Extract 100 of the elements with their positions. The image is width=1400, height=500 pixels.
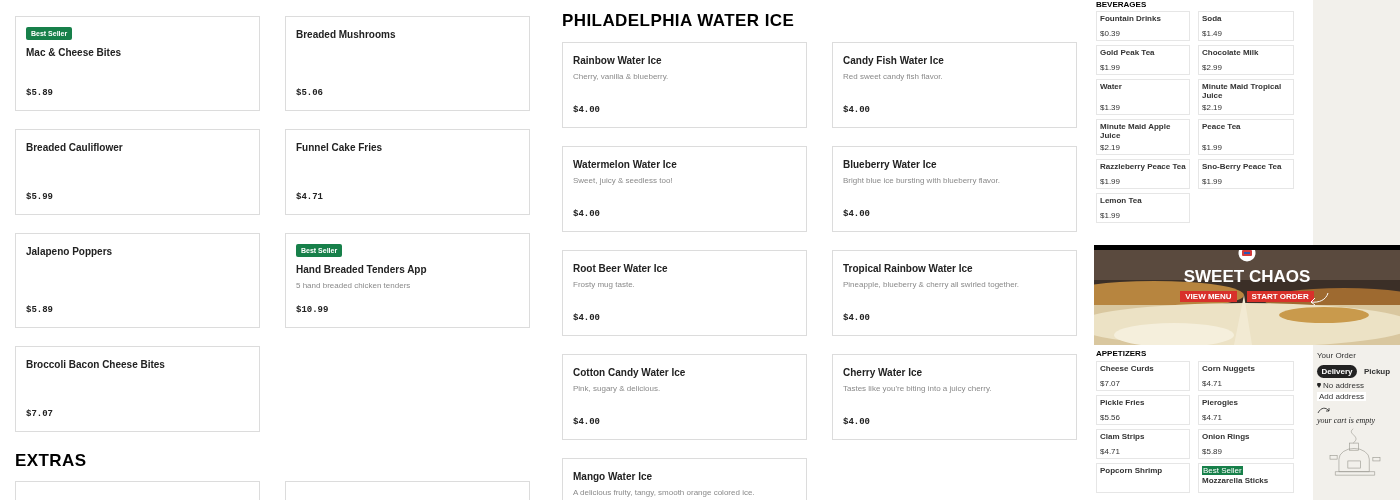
item-price: $5.89: [26, 304, 54, 316]
item-title: Rainbow Water Ice: [573, 54, 663, 68]
item-card[interactable]: Jalapeno Poppers $5.89: [15, 233, 260, 328]
item-price: $5.99: [26, 191, 54, 203]
item-title: Blueberry Water Ice: [843, 158, 938, 172]
item-description: 5 hand breaded chicken tenders: [296, 280, 412, 292]
item-description: Tastes like you're biting into a juicy cherry.: [843, 383, 993, 395]
item-title: Popcorn Shrimp: [1100, 466, 1164, 475]
order-mode-tab[interactable]: Delivery: [1317, 365, 1357, 378]
item-price: $7.07: [1100, 379, 1122, 388]
item-price: $1.39: [1100, 103, 1122, 112]
item-card[interactable]: Breaded Cauliflower $5.99: [15, 129, 260, 215]
item-title: Sno-Berry Peace Tea: [1202, 162, 1283, 171]
item-price: $1.99: [1100, 211, 1122, 220]
item-title: Root Beer Water Ice: [573, 262, 669, 276]
item-title: Minute Maid Apple Juice: [1100, 122, 1172, 140]
item-description: Bright blue ice bursting with blueberry flavor.: [843, 175, 1001, 187]
item-price: $1.99: [1202, 177, 1224, 186]
item-card[interactable]: Breaded Mushrooms $5.06: [285, 16, 530, 111]
item-card[interactable]: Razzleberry Peace Tea $1.99: [1096, 159, 1190, 189]
item-card[interactable]: Soda $1.49: [1198, 11, 1294, 41]
item-price: $2.99: [1202, 63, 1224, 72]
item-title: Broccoli Bacon Cheese Bites: [26, 358, 166, 372]
item-price: $4.00: [573, 416, 601, 428]
item-price: $4.00: [573, 312, 601, 324]
item-price: $4.71: [1202, 413, 1224, 422]
item-title: Soda: [1202, 14, 1223, 23]
item-card[interactable]: Minute Maid Tropical Juice $2.19: [1198, 79, 1294, 115]
item-card[interactable]: Cherry Water Ice Tastes like you're biting into a juicy cherry. $4.00: [832, 354, 1077, 440]
item-title: Mozzarella Sticks: [1202, 476, 1270, 485]
curved-arrow-icon: [1317, 407, 1331, 415]
hero-button[interactable]: VIEW MENU: [1180, 291, 1237, 302]
item-title: Chocolate Milk: [1202, 48, 1260, 57]
item-description: Frosty mug taste.: [573, 279, 636, 291]
item-card[interactable]: Mango Water Ice A delicious fruity, tangy, smooth orange colored ice.: [562, 458, 807, 500]
item-card[interactable]: Best Seller Mozzarella Sticks: [1198, 463, 1294, 493]
item-price: $5.89: [1202, 447, 1224, 456]
item-card[interactable]: Blueberry Water Ice Bright blue ice bursting with blueberry flavor. $4.00: [832, 146, 1077, 232]
item-card[interactable]: Watermelon Water Ice Sweet, juicy & seedless too! $4.00: [562, 146, 807, 232]
item-price: $4.00: [843, 416, 871, 428]
item-card[interactable]: Gold Peak Tea $1.99: [1096, 45, 1190, 75]
item-card[interactable]: Cheese Curds $7.07: [1096, 361, 1190, 391]
item-card[interactable]: Cotton Candy Water Ice Pink, sugary & delicious. $4.00: [562, 354, 807, 440]
section-heading: APPETIZERS: [1096, 349, 1148, 358]
item-description: Pink, sugary & delicious.: [573, 383, 662, 395]
item-card[interactable]: Lemon Tea $1.99: [1096, 193, 1190, 223]
item-card[interactable]: Candy Fish Water Ice Red sweet candy fish flavor. $4.00: [832, 42, 1077, 128]
item-card[interactable]: Tropical Rainbow Water Ice Pineapple, blueberry & cherry all swirled together. $4.00: [832, 250, 1077, 336]
item-price: $2.19: [1100, 143, 1122, 152]
item-description: Red sweet candy fish flavor.: [843, 71, 944, 83]
item-card[interactable]: Funnel Cake Fries $4.71: [285, 129, 530, 215]
item-card[interactable]: Clam Strips $4.71: [1096, 429, 1190, 459]
hero-title: SWEET CHAOS: [1183, 268, 1311, 286]
item-title: Lemon Tea: [1100, 196, 1143, 205]
item-price: $2.19: [1202, 103, 1224, 112]
item-card[interactable]: Fountain Drinks $0.39: [1096, 11, 1190, 41]
item-price: $7.07: [26, 408, 54, 420]
section-heading: BEVERAGES: [1096, 0, 1148, 9]
item-title: Breaded Cauliflower: [26, 141, 124, 155]
item-price: $4.00: [843, 312, 871, 324]
item-description: Pineapple, blueberry & cherry all swirled together.: [843, 279, 1021, 291]
item-card[interactable]: Root Beer Water Ice Frosty mug taste. $4.00: [562, 250, 807, 336]
item-price: $1.99: [1100, 63, 1122, 72]
item-price: $4.00: [573, 104, 601, 116]
item-price: $5.89: [26, 87, 54, 99]
item-card[interactable]: Peace Tea $1.99: [1198, 119, 1294, 155]
item-title: Minute Maid Tropical Juice: [1202, 82, 1283, 100]
item-price: $10.99: [296, 304, 330, 316]
item-price: $5.06: [296, 87, 324, 99]
item-card[interactable]: Pickle Fries $5.56: [1096, 395, 1190, 425]
item-card[interactable]: Rainbow Water Ice Cherry, vanilla & blueberry. $4.00: [562, 42, 807, 128]
item-card[interactable]: Broccoli Bacon Cheese Bites $7.07: [15, 346, 260, 432]
item-card[interactable]: Chocolate Milk $2.99: [1198, 45, 1294, 75]
arrow-icon: [1309, 292, 1329, 306]
item-card[interactable]: Water $1.39: [1096, 79, 1190, 115]
item-card[interactable]: Minute Maid Apple Juice $2.19: [1096, 119, 1190, 155]
item-title: Onion Rings: [1202, 432, 1251, 441]
item-price: $4.00: [573, 208, 601, 220]
add-address-button[interactable]: Add address: [1317, 392, 1366, 401]
item-card[interactable]: Corn Nuggets $4.71: [1198, 361, 1294, 391]
item-title: Corn Nuggets: [1202, 364, 1256, 373]
hero-button[interactable]: START ORDER: [1246, 291, 1314, 302]
item-title: Fountain Drinks: [1100, 14, 1162, 23]
item-card[interactable]: Sno-Berry Peace Tea $1.99: [1198, 159, 1294, 189]
item-title: Peace Tea: [1202, 122, 1242, 131]
item-card[interactable]: Popcorn Shrimp: [1096, 463, 1190, 493]
pin-icon: [1317, 383, 1321, 388]
section-heading: EXTRAS: [15, 451, 88, 471]
item-title: Pickle Fries: [1100, 398, 1146, 407]
item-description: Sweet, juicy & seedless too!: [573, 175, 674, 187]
item-card[interactable]: Onion Rings $5.89: [1198, 429, 1294, 459]
item-title: Pierogies: [1202, 398, 1239, 407]
best-seller-badge: Best Seller: [1202, 466, 1243, 475]
item-title: Funnel Cake Fries: [296, 141, 384, 155]
item-price: $1.99: [1100, 177, 1122, 186]
item-title: Cotton Candy Water Ice: [573, 366, 687, 380]
item-title: Clam Strips: [1100, 432, 1146, 441]
item-card[interactable]: Pierogies $4.71: [1198, 395, 1294, 425]
item-title: Mango Water Ice: [573, 470, 654, 484]
item-title: Mac & Cheese Bites: [26, 46, 123, 60]
